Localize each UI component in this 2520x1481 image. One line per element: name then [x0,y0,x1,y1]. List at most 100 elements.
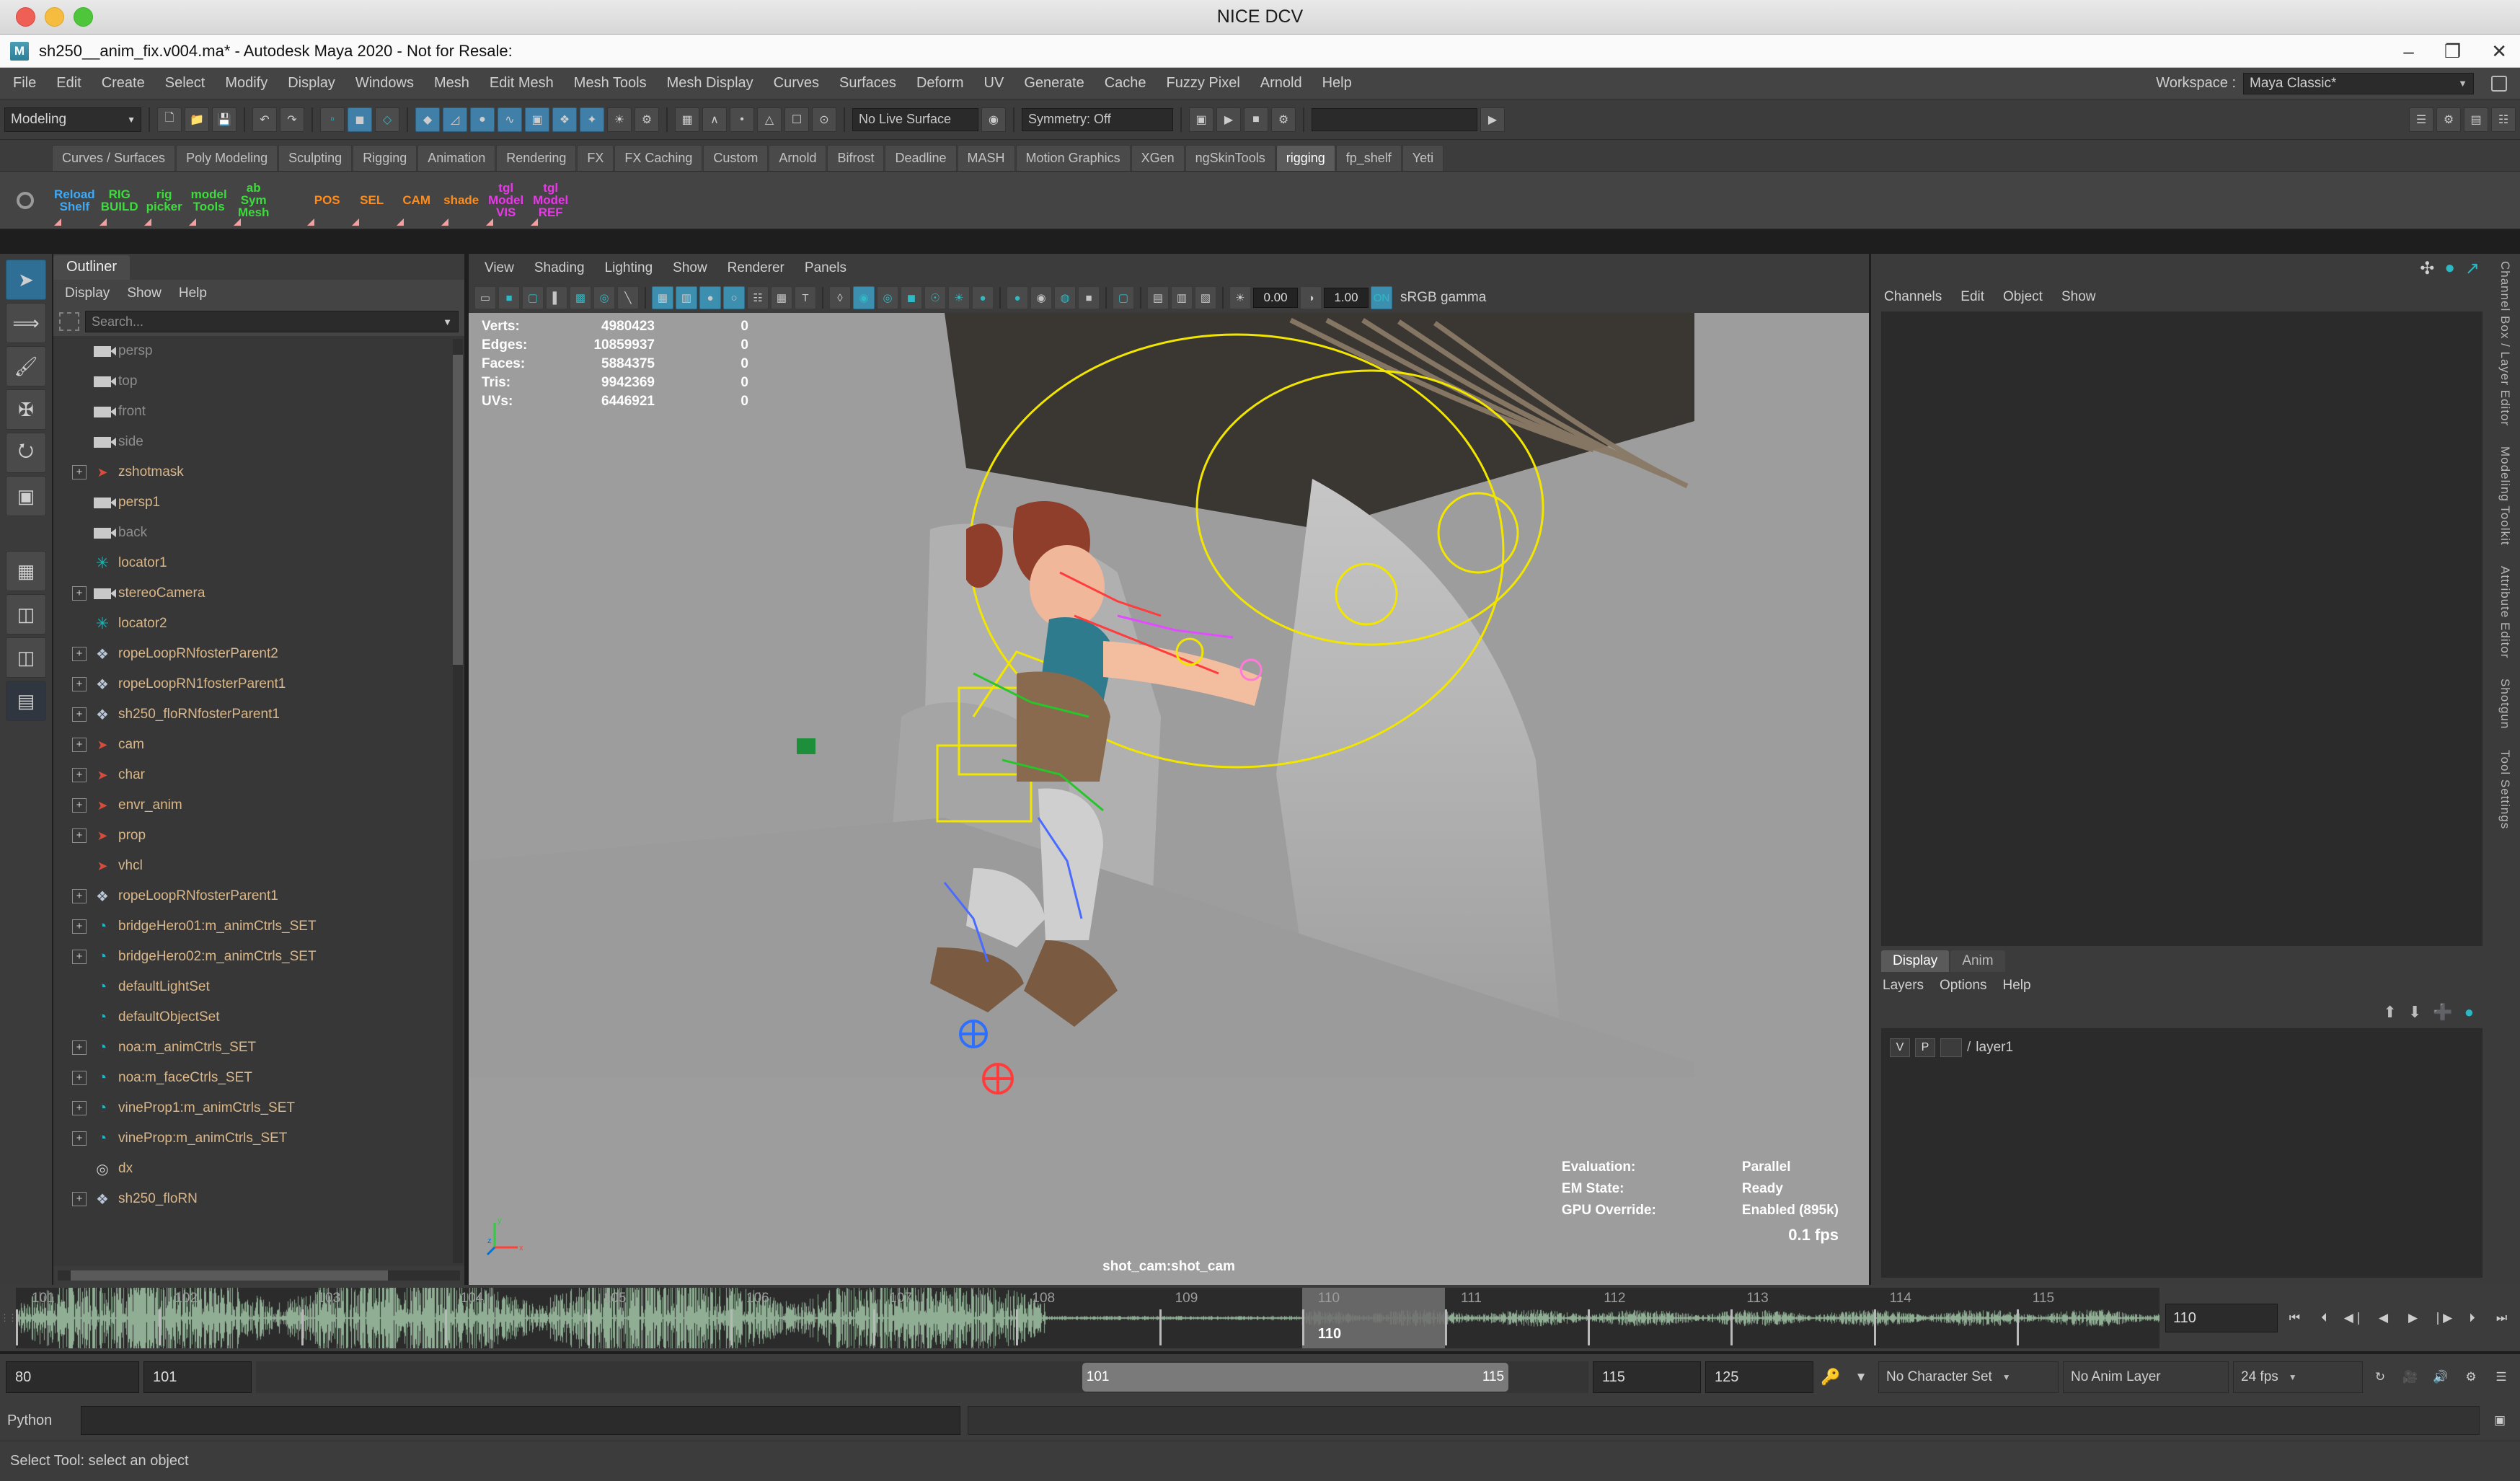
menu-windows[interactable]: Windows [345,75,424,92]
shelf-tab-fx[interactable]: FX [577,145,614,171]
outliner-item[interactable]: +◔noa:m_faceCtrls_SET [53,1063,464,1093]
shelf-button-pos[interactable]: POS [305,174,350,227]
outliner-menu-help[interactable]: Help [179,286,207,301]
shelf-tab-custom[interactable]: Custom [703,145,768,171]
camera-attributes-icon[interactable]: ▢ [522,286,544,309]
tab-anim[interactable]: Anim [1950,950,2004,972]
gamma-icon[interactable]: ◑ [1300,286,1322,309]
panel-zoom-icon[interactable]: ▤ [1147,286,1169,309]
motion-blur-icon[interactable]: ● [1007,286,1028,309]
xray-icon[interactable]: ● [699,286,721,309]
side-tab-attribute-editor[interactable]: Attribute Editor [2498,566,2512,658]
shelf-popup-corner-icon[interactable] [352,218,359,226]
resolution-gate-icon[interactable]: ▦ [652,286,673,309]
shelf-button-shade[interactable]: shade [439,174,484,227]
snap-curve-button[interactable]: ∧ [702,107,727,132]
outliner-item[interactable]: persp1 [53,487,464,518]
side-tab-channel-box[interactable]: Channel Box / Layer Editor [2498,261,2512,426]
layer-menu-layers[interactable]: Layers [1883,978,1924,994]
shelf-popup-corner-icon[interactable] [441,218,448,226]
search-input[interactable]: Search... ▼ [85,311,459,332]
outliner-item[interactable]: back [53,518,464,548]
command-language-label[interactable]: Python [7,1413,74,1429]
ao-icon[interactable]: ● [972,286,994,309]
audio-toggle-button[interactable]: 🔊 [2428,1363,2454,1391]
character-set-combo[interactable]: No Character Set ▼ [1878,1361,2059,1393]
shelf-tab-rendering[interactable]: Rendering [496,145,576,171]
mask-misc-button[interactable]: ⚙ [635,107,659,132]
outliner-item[interactable]: persp [53,336,464,366]
layout-outliner-persp-button[interactable]: ▤ [6,681,46,721]
playback-end-field[interactable]: 115 [1593,1361,1701,1393]
shelf-tab-deadline[interactable]: Deadline [885,145,956,171]
xray-joints-icon[interactable]: ○ [723,286,745,309]
quick-select-input[interactable] [1312,108,1477,131]
move-layer-up-icon[interactable]: ⬆ [2383,1003,2396,1022]
exposure-field[interactable]: 0.00 [1253,288,1298,308]
ipr-render-button[interactable]: ■ [1244,107,1268,132]
step-forward-key-button[interactable]: ⏵ [2459,1304,2485,1332]
animation-settings-button[interactable]: ⚙ [2458,1363,2484,1391]
shelf-tab-fp-shelf[interactable]: fp_shelf [1336,145,1402,171]
scale-tool-button[interactable]: ▣ [6,476,46,516]
new-layer-from-selected-icon[interactable]: ● [2464,1003,2474,1022]
menu-modify[interactable]: Modify [215,75,278,92]
anim-layer-combo[interactable]: No Anim Layer [2063,1361,2229,1393]
panel-snapshot-icon[interactable]: ▧ [1195,286,1216,309]
select-by-object-button[interactable]: ◼ [348,107,372,132]
channelbox-menu-show[interactable]: Show [2061,289,2096,305]
paint-select-tool-button[interactable]: 🖌 [6,346,46,386]
viewport-menu-shading[interactable]: Shading [534,260,585,276]
side-tab-shotgun[interactable]: Shotgun [2498,678,2512,729]
new-scene-button[interactable]: 🗋 [157,107,182,132]
shelf-tab-yeti[interactable]: Yeti [1402,145,1444,171]
new-layer-icon[interactable]: ➕ [2433,1003,2452,1022]
shelf-button-rig-picker[interactable]: rigpicker [142,174,187,227]
mask-dynamics-button[interactable]: ✦ [580,107,604,132]
playblast-button[interactable]: 🎥 [2397,1363,2423,1391]
outliner-item[interactable]: +➤prop [53,821,464,851]
render-settings-button[interactable]: ⚙ [1271,107,1296,132]
expand-toggle[interactable]: + [72,1101,87,1115]
menu-mesh-tools[interactable]: Mesh Tools [564,75,657,92]
playback-start-field[interactable]: 101 [143,1361,252,1393]
menuset-combo[interactable]: Modeling ▼ [4,107,141,132]
redo-button[interactable]: ↷ [280,107,304,132]
menu-generate[interactable]: Generate [1014,75,1094,92]
loop-playback-button[interactable]: ↻ [2367,1363,2393,1391]
depth-of-field-icon[interactable]: ◍ [1054,286,1076,309]
mask-deformers-button[interactable]: ❖ [552,107,577,132]
sidebar-toggle-button[interactable]: ☷ [2491,107,2516,132]
shelf-button-reload-shelf[interactable]: ReloadShelf [52,174,97,227]
side-tab-modeling-toolkit[interactable]: Modeling Toolkit [2498,446,2512,546]
snap-view-plane-button[interactable]: ☐ [784,107,809,132]
shelf-tab-rigging[interactable]: rigging [1276,145,1335,171]
outliner-item[interactable]: +◔noa:m_animCtrls_SET [53,1033,464,1063]
mask-rendering-button[interactable]: ☀ [607,107,632,132]
expand-toggle[interactable]: + [72,950,87,964]
outliner-menu-display[interactable]: Display [65,286,110,301]
shelf-button-tgl-model-vis[interactable]: tglModelVIS [484,174,529,227]
shelf-tab-xgen[interactable]: XGen [1131,145,1185,171]
isolate-select-icon[interactable]: ■ [1078,286,1100,309]
expand-toggle[interactable]: + [72,586,87,601]
outliner-item[interactable]: front [53,397,464,427]
snap-projected-button[interactable]: △ [757,107,782,132]
channelbox-menu-object[interactable]: Object [2003,289,2043,305]
menu-uv[interactable]: UV [974,75,1014,92]
live-surface-field[interactable]: No Live Surface [852,108,978,131]
transform-axes-icon[interactable]: ✣ [2420,258,2434,279]
animation-start-field[interactable]: 80 [6,1361,139,1393]
outliner-item[interactable]: +➤char [53,760,464,790]
outliner-item[interactable]: ◔defaultObjectSet [53,1002,464,1033]
move-tool-button[interactable]: ✠ [6,389,46,430]
outliner-item[interactable]: ✳locator2 [53,609,464,639]
previous-frame-button[interactable]: ◀❘ [2341,1304,2366,1332]
outliner-item[interactable]: +➤envr_anim [53,790,464,821]
menu-display[interactable]: Display [278,75,345,92]
outliner-item[interactable]: +◔vineProp:m_animCtrls_SET [53,1123,464,1154]
menu-edit[interactable]: Edit [46,75,91,92]
channelbox-menu-channels[interactable]: Channels [1884,289,1942,305]
menu-file[interactable]: File [0,75,46,92]
quick-select-button[interactable]: ▶ [1480,107,1505,132]
